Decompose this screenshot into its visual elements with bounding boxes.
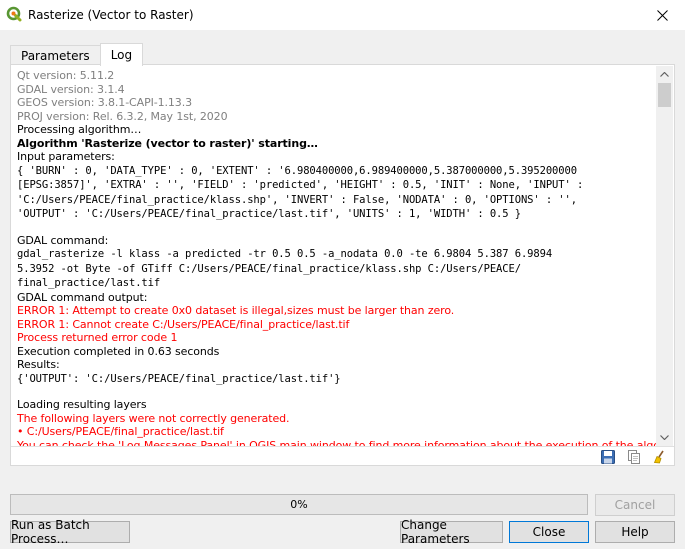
- tab-parameters[interactable]: Parameters: [10, 45, 101, 65]
- save-icon[interactable]: [600, 449, 616, 465]
- chevron-up-icon: [660, 72, 669, 77]
- log-line: • C:/Users/PEACE/final_practice/last.tif: [17, 425, 224, 438]
- window-title: Rasterize (Vector to Raster): [28, 8, 194, 22]
- scroll-thumb[interactable]: [658, 83, 671, 107]
- log-panel: Qt version: 5.11.2 GDAL version: 3.1.4 GEO…: [10, 64, 675, 466]
- log-line: PROJ version: Rel. 6.3.2, May 1st, 2020: [17, 109, 228, 123]
- help-button[interactable]: Help: [595, 521, 675, 543]
- log-line: Algorithm 'Rasterize (vector to raster)'…: [17, 136, 318, 150]
- log-line: final_practice/last.tif: [17, 277, 161, 289]
- progress-label: 0%: [290, 498, 308, 511]
- log-line: GEOS version: 3.8.1-CAPI-1.13.3: [17, 96, 193, 109]
- log-line: Process returned error code 1: [17, 331, 178, 344]
- chevron-down-icon: [660, 435, 669, 440]
- panel-divider: [11, 446, 674, 447]
- log-line: Processing algorithm…: [17, 123, 142, 136]
- run-as-batch-process-button[interactable]: Run as Batch Process…: [10, 518, 130, 546]
- log-line: GDAL command output:: [17, 290, 148, 304]
- log-line: GDAL command:: [17, 233, 109, 247]
- scroll-down-arrow[interactable]: [656, 429, 673, 446]
- log-line: {'OUTPUT': 'C:/Users/PEACE/final_practic…: [17, 372, 341, 385]
- tab-log[interactable]: Log: [99, 43, 144, 66]
- title-bar: Rasterize (Vector to Raster): [0, 0, 685, 30]
- log-line: 'C:/Users/PEACE/final_practice/klass.shp…: [17, 193, 577, 206]
- log-line: Execution completed in 0.63 seconds: [17, 344, 220, 358]
- log-line: { 'BURN' : 0, 'DATA_TYPE' : 0, 'EXTENT' …: [17, 164, 577, 177]
- log-line: ERROR 1: Cannot create C:/Users/PEACE/fi…: [17, 317, 350, 331]
- log-line: Loading resulting layers: [17, 398, 147, 411]
- progress-bar: 0%: [10, 494, 588, 515]
- log-line: Input parameters:: [17, 150, 115, 163]
- tab-bar: Parameters Log: [10, 43, 144, 66]
- change-parameters-button[interactable]: Change Parameters: [400, 518, 503, 546]
- close-window-button[interactable]: [639, 0, 685, 30]
- log-line: You can check the 'Log Messages Panel' i…: [17, 438, 658, 447]
- qgis-icon: [6, 6, 22, 22]
- log-line: [EPSG:3857]', 'EXTRA' : '', 'FIELD' : 'p…: [17, 179, 584, 191]
- scroll-up-arrow[interactable]: [656, 66, 673, 83]
- log-line: 5.3952 -ot Byte -of GTiff C:/Users/PEACE…: [17, 262, 521, 275]
- log-line: ERROR 1: Attempt to create 0x0 dataset i…: [17, 304, 455, 317]
- clear-icon[interactable]: [652, 449, 668, 465]
- log-line: Qt version: 5.11.2: [17, 69, 115, 82]
- log-line: 'OUTPUT' : 'C:/Users/PEACE/final_practic…: [17, 208, 521, 220]
- log-toolbar: [600, 449, 668, 465]
- log-scrollbar[interactable]: [656, 66, 673, 446]
- log-line: gdal_rasterize -l klass -a predicted -tr…: [17, 248, 553, 260]
- log-line: Results:: [17, 358, 60, 371]
- log-line: GDAL version: 3.1.4: [17, 82, 125, 96]
- close-button[interactable]: Close: [509, 521, 589, 543]
- copy-icon[interactable]: [626, 449, 642, 465]
- log-line: The following layers were not correctly …: [17, 411, 290, 425]
- close-icon: [656, 9, 668, 21]
- cancel-button[interactable]: Cancel: [595, 494, 675, 516]
- log-text-area[interactable]: Qt version: 5.11.2 GDAL version: 3.1.4 GEO…: [13, 67, 658, 446]
